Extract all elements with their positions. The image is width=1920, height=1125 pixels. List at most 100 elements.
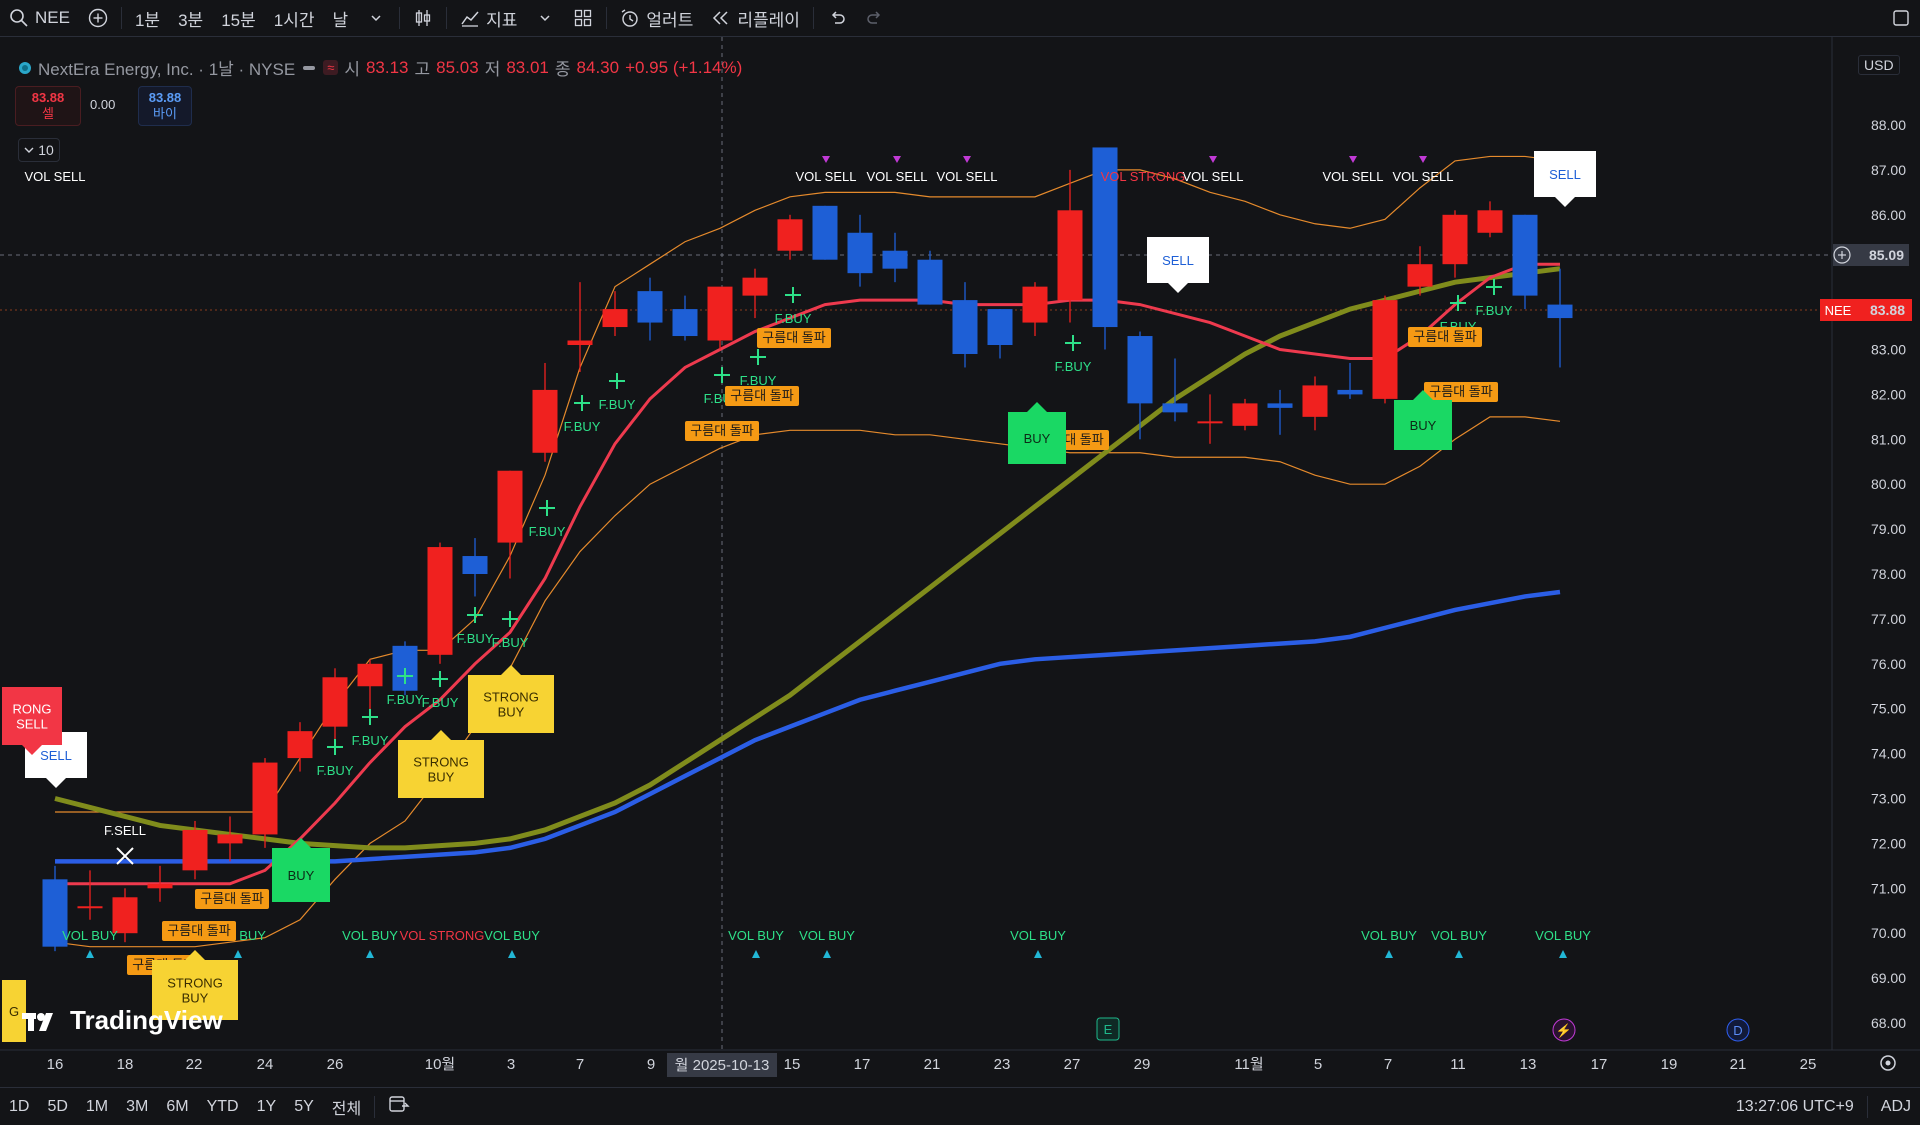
alert-button[interactable]: 얼러트 [611,0,702,36]
chart-type-button[interactable] [404,0,442,36]
indicators-dropdown[interactable] [526,0,564,36]
range-1d[interactable]: 1D [0,1098,38,1116]
plus-circle-icon [88,8,108,28]
interval-15m[interactable]: 15분 [212,0,265,36]
buy-signal-text: BUY [288,868,315,883]
vol-buy-label: VOL BUY [62,928,118,943]
range-ytd[interactable]: YTD [198,1098,248,1116]
chart-type-badge-icon: ≈ [323,60,339,75]
range-5y[interactable]: 5Y [285,1098,323,1116]
toolbar-divider [812,7,814,29]
f-buy-label: F.BUY [1055,359,1092,374]
price-axis-tick: 79.00 [1871,521,1906,537]
search-icon [10,9,28,27]
logo-text: TradingView [70,1005,223,1035]
candle-body [532,389,558,453]
f-buy-label: F.BUY [775,311,812,326]
candle-body [322,677,348,727]
symbol-legend: NextEra Energy, Inc. · 1날 · NYSE ≈ 시 83.1… [18,55,742,80]
vol-buy-label: VOL BUY [484,928,540,943]
currency-selector[interactable]: USD [1858,55,1900,75]
currency-label: USD [1864,57,1894,73]
range-6m[interactable]: 6M [157,1098,197,1116]
adjust-button[interactable]: ADJ [1872,1098,1920,1116]
range-1m[interactable]: 1M [77,1098,117,1116]
time-axis-tick: 3 [507,1056,515,1073]
interval-1m[interactable]: 1분 [126,0,169,36]
candle-body [1442,214,1468,265]
time-axis-tick: 11월 [1234,1056,1263,1073]
time-axis-tick: 16 [47,1056,64,1073]
time-axis-tick: 7 [1384,1056,1392,1073]
f-buy-label: F.BUY [422,695,459,710]
date-range-button[interactable] [379,1094,419,1119]
legend-title: NextEra Energy, Inc. · 1날 · NYSE [38,60,296,79]
strong-buy-signal-text: STRONG [483,690,539,705]
interval-dropdown[interactable] [357,0,395,36]
price-axis-tick: 80.00 [1871,476,1906,492]
crosshair-date-label: 월 2025-10-13 [675,1057,770,1074]
earnings-marker-label: E [1104,1022,1113,1037]
price-axis-tick: 82.00 [1871,386,1906,402]
candle-body [987,309,1013,346]
strong-buy-signal-text: G [9,1004,19,1019]
candle-body [1547,304,1573,319]
cloud-break-label: 구름대 돌파 [167,923,230,938]
time-axis-tick: 24 [257,1056,274,1073]
f-buy-label: F.BUY [1476,303,1513,318]
range-all[interactable]: 전체 [323,1095,370,1119]
buy-button[interactable]: 83.88 바이 [138,86,192,126]
alarm-clock-icon [622,9,639,27]
clock[interactable]: 13:27:06 UTC+9 [1727,1098,1863,1116]
indicator-collapse-button[interactable]: 10 [18,138,60,162]
compare-symbol-button[interactable] [79,0,117,36]
candle-body [182,829,208,871]
redo-button[interactable] [856,0,894,36]
vol-buy-label: VOL BUY [342,928,398,943]
undo-button[interactable] [818,0,856,36]
candle-body [1022,286,1048,323]
cloud-break-label: 구름대 돌파 [730,388,793,403]
sell-signal-text: SELL [40,748,72,763]
time-axis-tick: 17 [854,1056,871,1073]
low-value: 83.01 [506,57,549,77]
candle-body [602,309,628,328]
interval-3m[interactable]: 3분 [169,0,212,36]
time-axis-tick: 22 [186,1056,203,1073]
interval-1h[interactable]: 1시간 [265,0,324,36]
time-axis-tick: 15 [784,1056,801,1073]
price-axis-tick: 81.00 [1871,431,1906,447]
fullscreen-button[interactable] [1882,0,1920,36]
time-axis-tick: 19 [1661,1056,1678,1073]
vol-buy-label: VOL BUY [728,928,784,943]
layout-templates-button[interactable] [564,0,602,36]
candles-icon [415,10,431,26]
candle-body [1337,389,1363,395]
f-buy-label: F.BUY [457,631,494,646]
indicators-button[interactable]: 지표 [451,0,526,36]
candle-body [1372,300,1398,399]
range-5d[interactable]: 5D [38,1098,76,1116]
time-axis-tick: 29 [1134,1056,1151,1073]
toolbar-divider [399,7,401,29]
sell-button[interactable]: 83.88 셀 [15,86,81,126]
f-sell-label: F.SELL [104,823,146,838]
tradingview-logo: TradingView [22,1005,223,1036]
vol-sell-label: VOL SELL [1323,169,1384,184]
candle-body [812,205,838,260]
candle-body [882,250,908,269]
range-1y[interactable]: 1Y [248,1098,286,1116]
range-3m[interactable]: 3M [117,1098,157,1116]
strong-buy-signal: STRONGBUY [468,665,554,733]
strong-buy-signal-text: BUY [182,991,209,1006]
replay-button[interactable]: 리플레이 [702,0,809,36]
toolbar-divider [120,7,122,29]
sell-signal-text: SELL [1162,253,1194,268]
cloud-break-label: 구름대 돌파 [200,891,263,906]
symbol-search[interactable]: NEE [0,0,79,36]
price-chart[interactable]: VOL SELL VOL SELL VOL SELL VOL SELL VOL SELL… [0,37,1920,1085]
strong-sell-signal-text: SELL [16,717,48,732]
interval-day[interactable]: 날 [324,0,358,36]
time-axis-tick: 10월 [425,1056,456,1073]
grid-icon [575,9,592,27]
